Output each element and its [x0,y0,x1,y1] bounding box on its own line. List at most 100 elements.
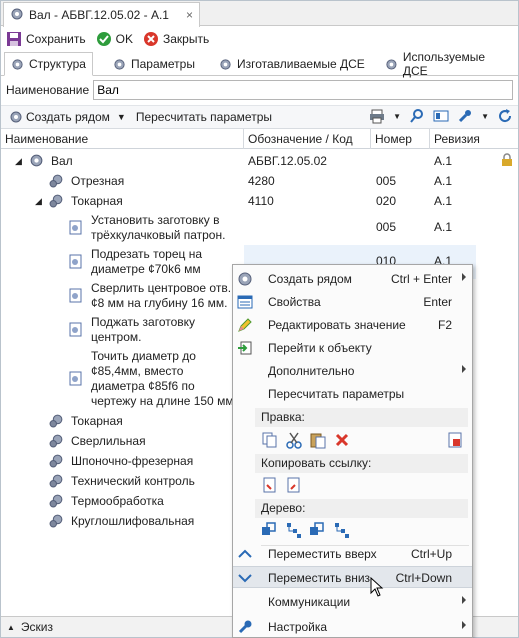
row-revision: А.1 [434,194,453,208]
tree-actions [261,521,351,539]
tab-structure[interactable]: Структура [4,52,93,76]
chevron-down-icon[interactable]: ▼ [481,112,489,121]
gear-icon [30,154,43,167]
gear-icon [114,58,125,70]
expand-toggle-icon[interactable]: ◢ [35,194,42,209]
name-row: Наименование [1,79,518,101]
table-row[interactable]: ◢ Вал АБВГ.12.05.02 А.1 [1,151,518,171]
gears-icon [49,174,63,188]
menu-item-edit-value[interactable]: Редактировать значение F2 [233,314,472,336]
expand-toggle-icon[interactable]: ◢ [15,154,22,169]
col-header-code[interactable]: Обозначение / Код [244,129,371,149]
ok-button[interactable]: OK [96,31,133,47]
menu-item-additional[interactable]: Дополнительно [233,360,472,382]
tab-manufactured-label: Изготавливаемые ДСЕ [237,57,365,71]
document-tab-strip: Вал - АБВГ.12.05.02 - А.1 × [1,1,518,27]
copy-link-alt-icon[interactable] [285,476,303,494]
menu-item-move-up[interactable]: Переместить вверх Ctrl+Up [233,543,472,565]
name-input[interactable] [93,80,514,100]
collapse-up-icon[interactable]: ▲ [7,623,15,632]
recalc-button[interactable]: Пересчитать параметры [136,110,272,124]
chevron-down-icon[interactable]: ▼ [393,112,401,121]
close-icon[interactable]: × [186,8,193,22]
tree-structure-alt-icon[interactable] [333,521,351,539]
menu-item-settings[interactable]: Настройка [233,616,472,638]
edit-actions [261,431,351,449]
menu-label: Редактировать значение [268,318,406,332]
tab-manufactured[interactable]: Изготавливаемые ДСЕ [213,52,371,76]
grid-header: Наименование Обозначение / Код Номер Рев… [1,129,518,149]
clear-icon[interactable] [446,431,464,449]
menu-shortcut: F2 [437,318,452,332]
transition-doc-icon [69,254,82,269]
tree-expand-icon[interactable] [261,521,279,539]
tree-structure-icon[interactable] [285,521,303,539]
mouse-cursor-icon [370,577,384,597]
menu-item-recalc[interactable]: Пересчитать параметры [233,383,472,405]
gear-icon [12,58,23,70]
goto-icon [238,341,252,355]
col-header-name[interactable]: Наименование [1,129,244,149]
paste-icon[interactable] [309,431,327,449]
search-icon[interactable] [409,108,425,124]
table-row[interactable]: ◢ Токарная 4110 020 А.1 [1,191,518,211]
row-name: Точить диаметр до ¢85,4мм, вместо диамет… [91,349,234,408]
row-name: Токарная [71,414,123,428]
gears-icon [49,434,63,448]
row-revision: А.1 [434,220,453,234]
card-icon[interactable] [433,108,449,124]
gears-icon [49,414,63,428]
close-button[interactable]: Закрыть [143,31,209,47]
lock-icon [502,153,512,166]
col-header-revision[interactable]: Ревизия [430,129,518,149]
table-row[interactable]: Отрезная 4280 005 А.1 [1,171,518,191]
copy-link-icon[interactable] [261,476,279,494]
row-name: Вал [51,154,73,168]
tab-parameters[interactable]: Параметры [107,52,201,76]
delete-icon[interactable] [333,431,351,449]
col-header-number[interactable]: Номер [371,129,430,149]
refresh-icon[interactable] [497,108,513,124]
print-icon[interactable] [369,108,385,124]
menu-item-create-near[interactable]: Создать рядом Ctrl + Enter [233,268,472,290]
gears-icon [49,194,63,208]
pencil-icon [238,318,252,332]
save-button[interactable]: Сохранить [6,31,86,47]
tree-toolbar-right: ▼ ▼ [369,108,513,124]
gear-icon [10,7,24,24]
tab-used-label: Используемые ДСЕ [402,50,486,78]
menu-item-properties[interactable]: Свойства Enter [233,291,472,313]
copy-icon[interactable] [261,431,279,449]
transition-doc-icon [69,220,82,235]
tree-collapse-icon[interactable] [309,521,327,539]
cut-icon[interactable] [285,431,303,449]
menu-shortcut: Enter [423,295,452,309]
row-code: АБВГ.12.05.02 [248,154,327,168]
tree-section-header: Дерево: [255,499,468,518]
row-code: 4110 [248,194,274,208]
tree-toolbar: Создать рядом ▼ Пересчитать параметры ▼ … [1,105,518,129]
row-name: Установить заготовку в трёхкулачковый па… [91,213,226,242]
transition-doc-icon [69,322,82,337]
menu-label: Дополнительно [268,364,355,378]
recalc-label: Пересчитать параметры [135,110,272,124]
row-name: Токарная [71,194,123,208]
menu-shortcut: Ctrl+Up [410,547,452,561]
tab-used[interactable]: Используемые ДСЕ [379,50,518,78]
gear-icon [386,58,397,70]
menu-item-move-down[interactable]: Переместить вниз Ctrl+Down [233,566,472,588]
chevron-up-icon [238,549,252,558]
table-row[interactable]: Установить заготовку в трёхкулачковый па… [1,211,518,245]
row-name: Подрезать торец на диаметре ¢70k6 мм [91,247,203,276]
menu-label: Свойства [268,295,321,309]
row-number: 005 [376,174,397,188]
copy-link-actions [261,476,303,494]
wrench-icon[interactable] [457,108,473,124]
wrench-icon [238,620,252,634]
menu-item-communications[interactable]: Коммуникации [233,591,472,613]
check-icon [96,32,111,46]
document-tab[interactable]: Вал - АБВГ.12.05.02 - А.1 × [3,2,200,27]
create-near-button[interactable]: Создать рядом ▼ [9,110,126,124]
tab-structure-label: Структура [29,57,86,71]
menu-item-goto-object[interactable]: Перейти к объекту [233,337,472,359]
